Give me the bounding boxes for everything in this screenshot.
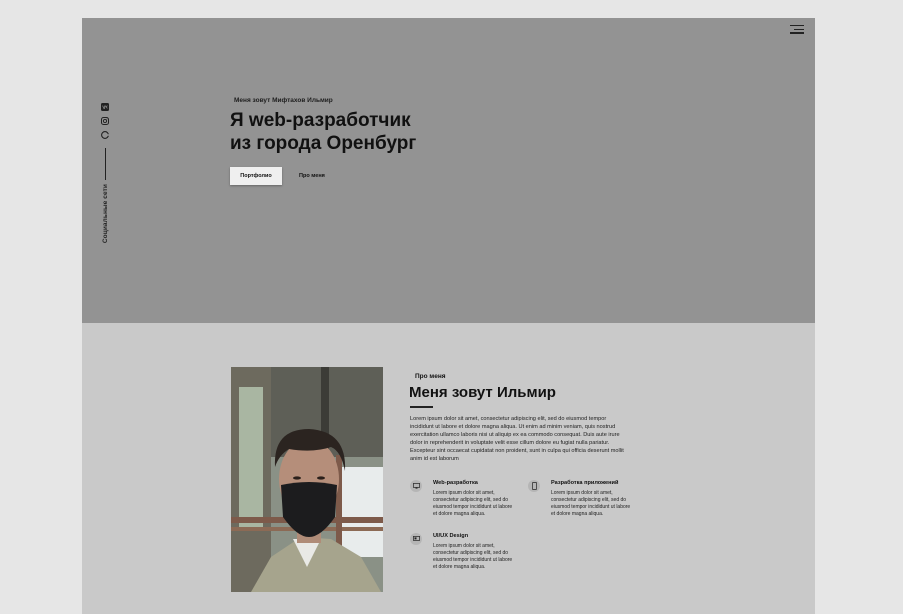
instagram-icon[interactable] [100,116,110,126]
about-title: Меня зовут Ильмир [409,384,556,401]
portfolio-button[interactable]: Портфолио [230,167,282,185]
github-icon[interactable] [100,130,110,140]
service-title: UI/UX Design [433,533,469,539]
profile-photo [231,367,383,592]
about-tag: Про меня [415,373,446,380]
social-links: Социальные сети [99,102,111,243]
menu-icon[interactable] [790,25,804,35]
title-underline [410,406,433,408]
monitor-icon [410,480,422,492]
service-text: Lorem ipsum dolor sit amet, consectetur … [433,490,513,517]
design-icon [410,533,422,545]
vk-icon[interactable] [100,102,110,112]
page: Социальные сети Меня зовут Мифтахов Ильм… [82,18,815,614]
service-title: Разработка приложений [551,480,619,486]
hero-headline: Я web-разработчик из города Оренбург [230,109,490,155]
hero-intro: Меня зовут Мифтахов Ильмир [234,97,333,104]
headline-line-1: Я web-разработчик [230,110,411,131]
social-label: Социальные сети [101,184,109,244]
headline-line-2: из города Оренбург [230,133,417,154]
about-section: Про меня Меня зовут Ильмир Lorem ipsum d… [82,323,815,614]
service-text: Lorem ipsum dolor sit amet, consectetur … [551,490,631,517]
hero-section: Социальные сети Меня зовут Мифтахов Ильм… [82,18,815,323]
service-text: Lorem ipsum dolor sit amet, consectetur … [433,543,513,570]
about-text: Lorem ipsum dolor sit amet, consectetur … [410,416,624,462]
phone-icon [528,480,540,492]
service-title: Web-разработка [433,480,478,486]
social-divider [104,148,106,180]
about-me-link[interactable]: Про меня [299,173,325,179]
